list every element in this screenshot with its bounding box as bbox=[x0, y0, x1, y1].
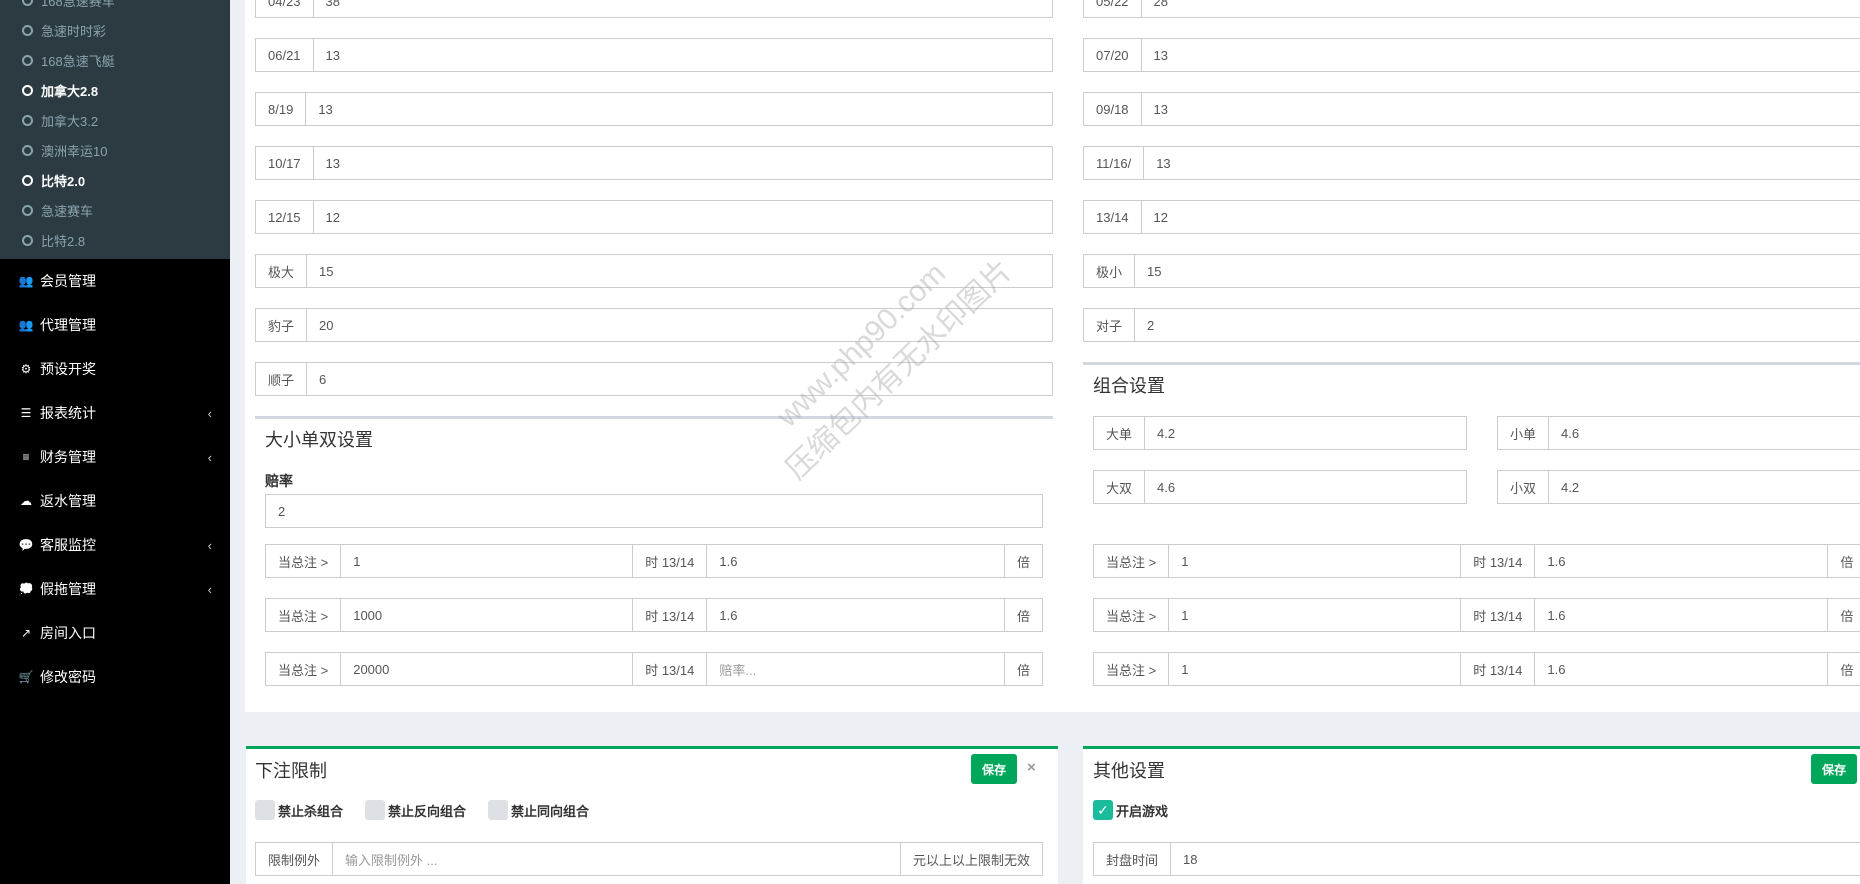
size-odds-input[interactable]: 2 bbox=[265, 494, 1043, 528]
combo-rule-row[interactable]: 当总注 > 1 时 13/14 1.6 倍 bbox=[1093, 652, 1860, 686]
other-settings-top-border bbox=[1083, 746, 1860, 749]
odds-placeholder[interactable]: 赔率... bbox=[707, 653, 1004, 685]
chevron-left-icon: ‹ bbox=[207, 449, 212, 465]
limit-exception-input[interactable]: 输入限制例外 ... bbox=[333, 843, 900, 875]
submenu-item-168-speed-racing[interactable]: 168急速赛车 bbox=[0, 0, 230, 15]
combo-rule-row[interactable]: 当总注 > 1 时 13/14 1.6 倍 bbox=[1093, 544, 1860, 578]
close-time-row[interactable]: 封盘时间 18 bbox=[1093, 842, 1860, 876]
odds-row-0522[interactable]: 05/22 28 bbox=[1083, 0, 1860, 18]
check-ban-same-combo[interactable]: 禁止同向组合 bbox=[488, 800, 589, 820]
circle-icon bbox=[22, 204, 33, 216]
odds-row-extreme-small[interactable]: 极小 15 bbox=[1083, 254, 1860, 288]
bet-limit-top-border bbox=[246, 746, 1058, 749]
nav-member-management[interactable]: 👥 会员管理 bbox=[0, 259, 230, 303]
other-settings-save-button[interactable]: 保存 bbox=[1811, 754, 1857, 784]
bet-limit-save-button[interactable]: 保存 bbox=[971, 754, 1017, 784]
circle-icon bbox=[22, 234, 33, 246]
cart-icon: 🛒 bbox=[18, 670, 34, 684]
checkbox-icon bbox=[255, 800, 275, 820]
check-open-game[interactable]: ✓ 开启游戏 bbox=[1093, 800, 1168, 820]
size-section-title: 大小单双设置 bbox=[265, 430, 373, 450]
cubes-icon: ⚙ bbox=[20, 362, 32, 376]
odds-row-1017[interactable]: 10/17 13 bbox=[255, 146, 1053, 180]
chevron-left-icon: ‹ bbox=[207, 405, 212, 421]
close-icon[interactable]: × bbox=[1027, 759, 1036, 776]
size-rule-row[interactable]: 当总注 > 1000 时 13/14 1.6 倍 bbox=[265, 598, 1043, 632]
odds-row-1116[interactable]: 11/16/13 bbox=[1083, 146, 1860, 180]
combo-small-odd[interactable]: 小单 4.6 bbox=[1497, 416, 1860, 450]
odds-row-1314[interactable]: 13/14 12 bbox=[1083, 200, 1860, 234]
odds-row-leopard[interactable]: 豹子 20 bbox=[255, 308, 1053, 342]
list-icon: ☰ bbox=[20, 406, 32, 420]
main-content: 04/23 38 06/21 13 8/19 13 10/17 13 12/15 12 极… bbox=[230, 0, 1860, 884]
nav-change-password[interactable]: 🛒 修改密码 bbox=[0, 655, 230, 699]
limit-exception-row[interactable]: 限制例外 输入限制例外 ... 元以上以上限制无效 bbox=[255, 842, 1043, 876]
nav-agent-management[interactable]: 👥 代理管理 bbox=[0, 303, 230, 347]
nav-fake-users[interactable]: 💭 假拖管理 ‹ bbox=[0, 567, 230, 611]
nav-room-entry[interactable]: ↗ 房间入口 bbox=[0, 611, 230, 655]
odds-row-0423[interactable]: 04/23 38 bbox=[255, 0, 1053, 18]
comment-icon: 💭 bbox=[18, 582, 34, 596]
nav-preset-draw[interactable]: ⚙ 预设开奖 bbox=[0, 347, 230, 391]
submenu-item-bit-20[interactable]: 比特2.0 bbox=[0, 165, 230, 195]
submenu-item-speed-racing[interactable]: 急速赛车 bbox=[0, 195, 230, 225]
chevron-left-icon: ‹ bbox=[207, 537, 212, 553]
other-settings-title: 其他设置 bbox=[1093, 761, 1165, 781]
bet-limit-title: 下注限制 bbox=[255, 761, 327, 781]
comments-icon: 💬 bbox=[18, 538, 34, 552]
combo-rule-row[interactable]: 当总注 > 1 时 13/14 1.6 倍 bbox=[1093, 598, 1860, 632]
users-icon: 👥 bbox=[18, 318, 34, 332]
database-icon: ≡ bbox=[22, 450, 30, 464]
circle-icon bbox=[22, 174, 33, 186]
circle-icon bbox=[22, 54, 33, 66]
cloud-download-icon: ☁ bbox=[20, 494, 32, 508]
odds-row-0819[interactable]: 8/19 13 bbox=[255, 92, 1053, 126]
size-rule-row[interactable]: 当总注 > 1 时 13/14 1.6 倍 bbox=[265, 544, 1043, 578]
odds-row-straight[interactable]: 顺子 6 bbox=[255, 362, 1053, 396]
game-submenu: 168急速赛车 急速时时彩 168急速飞艇 加拿大2.8 加拿大3.2 澳洲幸运… bbox=[0, 0, 230, 259]
combo-section-title: 组合设置 bbox=[1093, 376, 1165, 396]
odds-label: 赔率 bbox=[265, 473, 293, 489]
chevron-left-icon: ‹ bbox=[207, 581, 212, 597]
checkbox-icon bbox=[488, 800, 508, 820]
odds-row-0720[interactable]: 07/20 13 bbox=[1083, 38, 1860, 72]
external-link-icon: ↗ bbox=[20, 626, 32, 640]
users-icon: 👥 bbox=[18, 274, 34, 288]
size-section-divider bbox=[255, 416, 1053, 419]
circle-icon bbox=[22, 144, 33, 156]
check-ban-kill-combo[interactable]: 禁止杀组合 bbox=[255, 800, 343, 820]
nav-finance[interactable]: ≡ 财务管理 ‹ bbox=[0, 435, 230, 479]
submenu-item-bit-28[interactable]: 比特2.8 bbox=[0, 225, 230, 255]
submenu-item-canada-32[interactable]: 加拿大3.2 bbox=[0, 105, 230, 135]
close-time-input[interactable]: 18 bbox=[1171, 843, 1860, 875]
circle-icon bbox=[22, 0, 33, 6]
odds-row-1215[interactable]: 12/15 12 bbox=[255, 200, 1053, 234]
circle-icon bbox=[22, 24, 33, 36]
sidebar: 168急速赛车 急速时时彩 168急速飞艇 加拿大2.8 加拿大3.2 澳洲幸运… bbox=[0, 0, 230, 884]
combo-big-odd[interactable]: 大单 4.2 bbox=[1093, 416, 1467, 450]
circle-icon bbox=[22, 114, 33, 126]
submenu-item-speed-ssc[interactable]: 急速时时彩 bbox=[0, 15, 230, 45]
nav-reports[interactable]: ☰ 报表统计 ‹ bbox=[0, 391, 230, 435]
odds-row-extreme-big[interactable]: 极大 15 bbox=[255, 254, 1053, 288]
checkbox-icon bbox=[365, 800, 385, 820]
submenu-item-australia-lucky10[interactable]: 澳洲幸运10 bbox=[0, 135, 230, 165]
nav-service-monitor[interactable]: 💬 客服监控 ‹ bbox=[0, 523, 230, 567]
combo-section-divider bbox=[1083, 362, 1860, 365]
submenu-item-168-speed-boat[interactable]: 168急速飞艇 bbox=[0, 45, 230, 75]
check-ban-reverse-combo[interactable]: 禁止反向组合 bbox=[365, 800, 466, 820]
circle-icon bbox=[22, 84, 33, 96]
combo-small-even[interactable]: 小双 4.2 bbox=[1497, 470, 1860, 504]
odds-row-0621[interactable]: 06/21 13 bbox=[255, 38, 1053, 72]
submenu-item-canada-28[interactable]: 加拿大2.8 bbox=[0, 75, 230, 105]
odds-row-0918[interactable]: 09/18 13 bbox=[1083, 92, 1860, 126]
nav-rebate[interactable]: ☁ 返水管理 bbox=[0, 479, 230, 523]
size-rule-row[interactable]: 当总注 > 20000 时 13/14 赔率... 倍 bbox=[265, 652, 1043, 686]
checkmark-icon: ✓ bbox=[1093, 800, 1113, 820]
odds-row-pair[interactable]: 对子 2 bbox=[1083, 308, 1860, 342]
combo-big-even[interactable]: 大双 4.6 bbox=[1093, 470, 1467, 504]
